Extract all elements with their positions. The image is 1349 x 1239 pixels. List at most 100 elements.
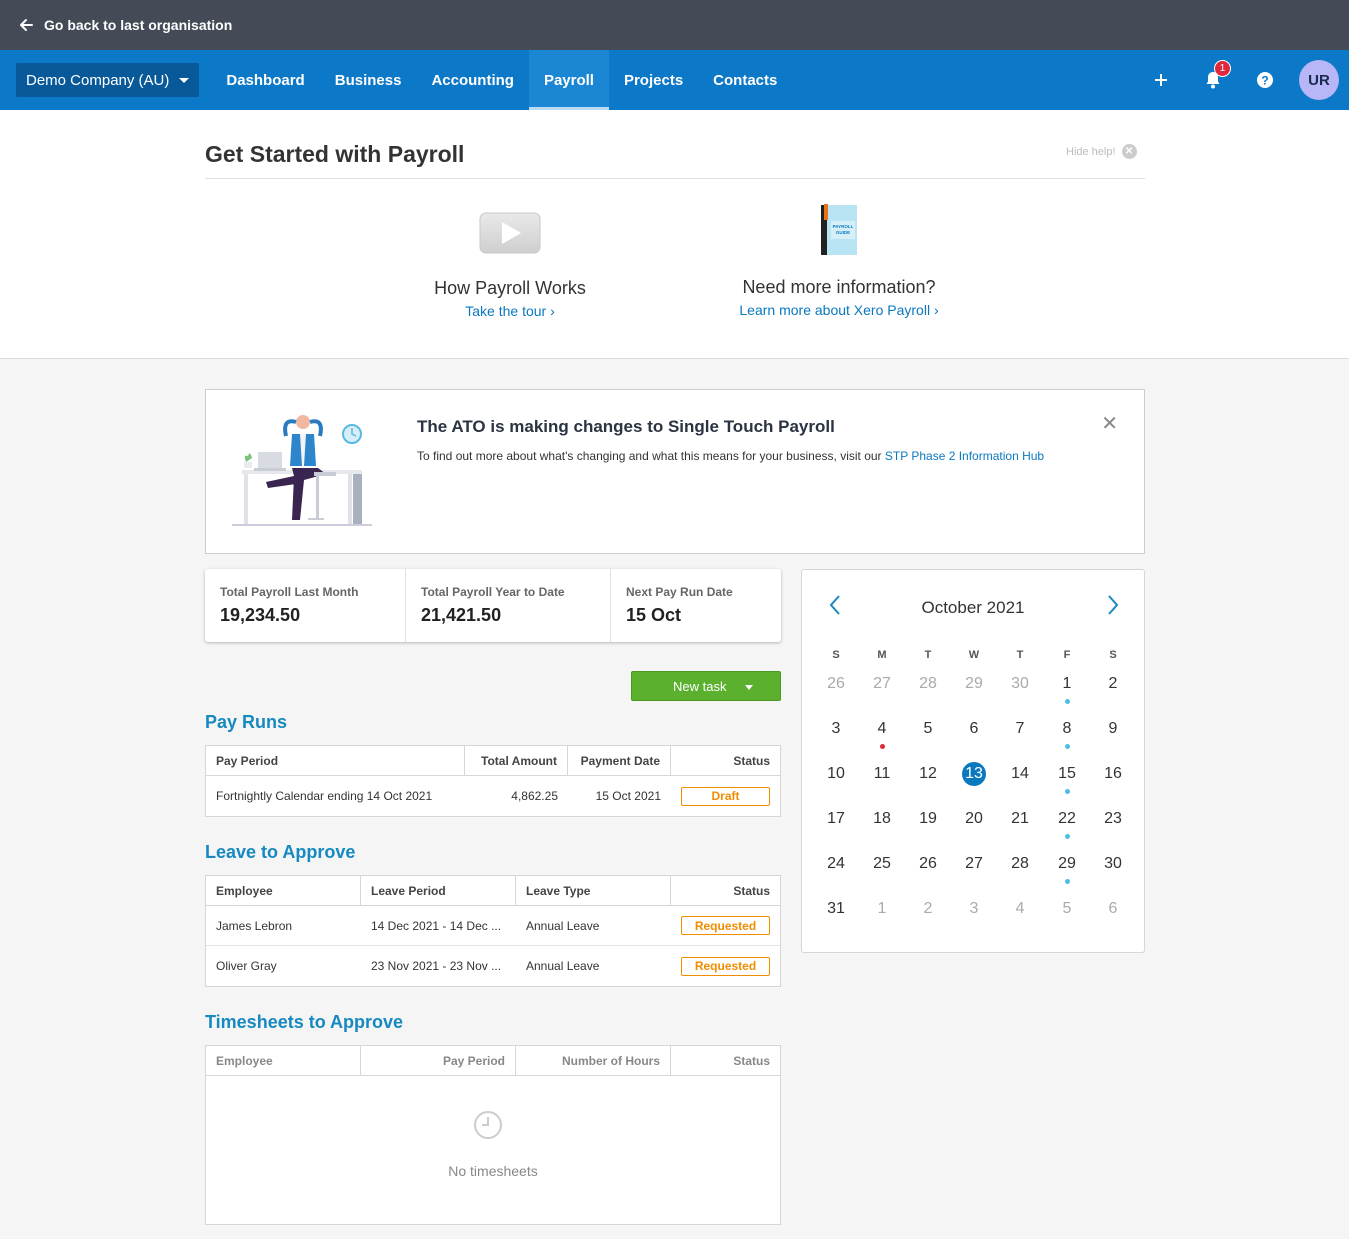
payroll-tour-card: How Payroll Works Take the tour › [410,212,610,319]
calendar-day[interactable]: 4 [1005,894,1035,924]
calendar-day[interactable]: 7 [1005,714,1035,744]
col-pay-period[interactable]: Pay Period [206,746,465,775]
pay-runs-title[interactable]: Pay Runs [205,712,287,733]
calendar-day[interactable]: 28 [913,669,943,699]
svg-text:PAYROLL: PAYROLL [833,224,854,229]
nav-projects[interactable]: Projects [609,50,698,110]
close-banner-button[interactable]: ✕ [1101,414,1118,434]
calendar-day[interactable]: 3 [821,714,851,744]
col-payment-date[interactable]: Payment Date [568,746,671,775]
calendar-day[interactable]: 17 [821,804,851,834]
cell-type: Annual Leave [526,918,600,933]
calendar-day[interactable]: 4 [867,714,897,749]
caret-down-icon[interactable] [745,685,753,690]
arrow-left-icon [20,19,33,31]
calendar-day[interactable]: 13 [959,759,989,789]
calendar-day[interactable]: 21 [1005,804,1035,834]
calendar-day[interactable]: 9 [1098,714,1128,744]
calendar-day[interactable]: 18 [867,804,897,834]
stat-value: 19,234.50 [220,605,301,625]
learn-more-link[interactable]: Learn more about Xero Payroll › [733,302,945,318]
calendar-day[interactable]: 20 [959,804,989,834]
calendar-day[interactable]: 2 [913,894,943,924]
calendar-day[interactable]: 1 [867,894,897,924]
day-number: 9 [1108,720,1118,737]
col-status[interactable]: Status [671,876,780,905]
calendar-day[interactable]: 5 [1052,894,1082,924]
nav-accounting[interactable]: Accounting [416,50,529,110]
relaxed-worker-illustration [232,415,372,526]
notification-badge: 1 [1214,60,1231,77]
calendar-day[interactable]: 1 [1052,669,1082,704]
day-number: 17 [827,810,845,827]
calendar-day[interactable]: 12 [913,759,943,789]
calendar-day[interactable]: 19 [913,804,943,834]
day-number: 4 [1015,900,1025,917]
col-leave-type[interactable]: Leave Type [516,876,671,905]
day-number: 12 [919,765,937,782]
back-link[interactable]: Go back to last organisation [18,17,232,33]
payroll-stats: Total Payroll Last Month 19,234.50 Total… [205,569,781,642]
calendar-day[interactable]: 23 [1098,804,1128,834]
calendar-day[interactable]: 14 [1005,759,1035,789]
event-dot [1064,789,1070,794]
calendar-day[interactable]: 2 [1098,669,1128,699]
calendar-day[interactable]: 30 [1098,849,1128,879]
table-row[interactable]: James Lebron 14 Dec 2021 - 14 Dec ... An… [206,906,780,946]
table-row[interactable]: Oliver Gray 23 Nov 2021 - 23 Nov ... Ann… [206,946,780,986]
add-button[interactable] [1135,50,1187,110]
org-switcher[interactable]: Demo Company (AU) [16,63,200,97]
calendar-day[interactable]: 16 [1098,759,1128,789]
timesheets-title[interactable]: Timesheets to Approve [205,1012,403,1033]
payroll-guide-book-icon[interactable]: PAYROLL GUIDE [815,203,863,257]
calendar-day[interactable]: 22 [1052,804,1082,839]
avatar[interactable]: UR [1299,60,1339,100]
calendar-day[interactable]: 29 [959,669,989,699]
calendar-day[interactable]: 6 [959,714,989,744]
chevron-right-icon[interactable] [1100,592,1124,618]
day-number: 27 [965,855,983,872]
calendar-day[interactable]: 26 [913,849,943,879]
leave-title[interactable]: Leave to Approve [205,842,355,863]
calendar-day[interactable]: 15 [1052,759,1082,794]
col-employee[interactable]: Employee [206,876,361,905]
col-total-amount[interactable]: Total Amount [465,746,568,775]
nav-payroll[interactable]: Payroll [528,50,609,110]
calendar-day[interactable]: 30 [1005,669,1035,699]
nav-business[interactable]: Business [320,50,417,110]
cell-amount: 4,862.25 [511,789,558,803]
calendar-day[interactable]: 25 [867,849,897,879]
take-tour-link[interactable]: Take the tour › [410,303,610,319]
col-leave-period[interactable]: Leave Period [361,876,516,905]
calendar-day[interactable]: 5 [913,714,943,744]
cell-status: Requested [671,906,780,945]
calendar-day[interactable]: 31 [821,894,851,924]
calendar-day[interactable]: 26 [821,669,851,699]
notifications-button[interactable]: 1 [1187,50,1239,110]
calendar-day[interactable]: 6 [1098,894,1128,924]
nav-dashboard[interactable]: Dashboard [211,50,319,110]
pay-runs-table: Pay Period Total Amount Payment Date Sta… [205,745,781,817]
day-number: 6 [1108,900,1118,917]
calendar-day[interactable]: 28 [1005,849,1035,879]
calendar-day[interactable]: 27 [959,849,989,879]
day-number: 20 [965,810,983,827]
table-row[interactable]: Fortnightly Calendar ending 14 Oct 2021 … [206,776,780,816]
calendar-day[interactable]: 29 [1052,849,1082,884]
stp-hub-link[interactable]: STP Phase 2 Information Hub [885,449,1044,463]
new-task-button[interactable]: New task [631,671,781,701]
calendar-day[interactable]: 8 [1052,714,1082,749]
calendar-day[interactable]: 11 [867,759,897,789]
calendar-day[interactable]: 3 [959,894,989,924]
video-play-icon[interactable] [479,212,541,254]
calendar-day[interactable]: 27 [867,669,897,699]
calendar-day[interactable]: 10 [821,759,851,789]
calendar-day[interactable]: 24 [821,849,851,879]
calendar-month: October 2021 [921,598,1025,617]
help-button[interactable]: ? [1239,50,1291,110]
col-status[interactable]: Status [671,746,780,775]
banner-body: To find out more about what's changing a… [417,449,885,463]
hide-help-button[interactable]: Hide help! ✕ [1066,144,1137,159]
cell-type: Annual Leave [526,959,600,973]
nav-contacts[interactable]: Contacts [698,50,792,110]
